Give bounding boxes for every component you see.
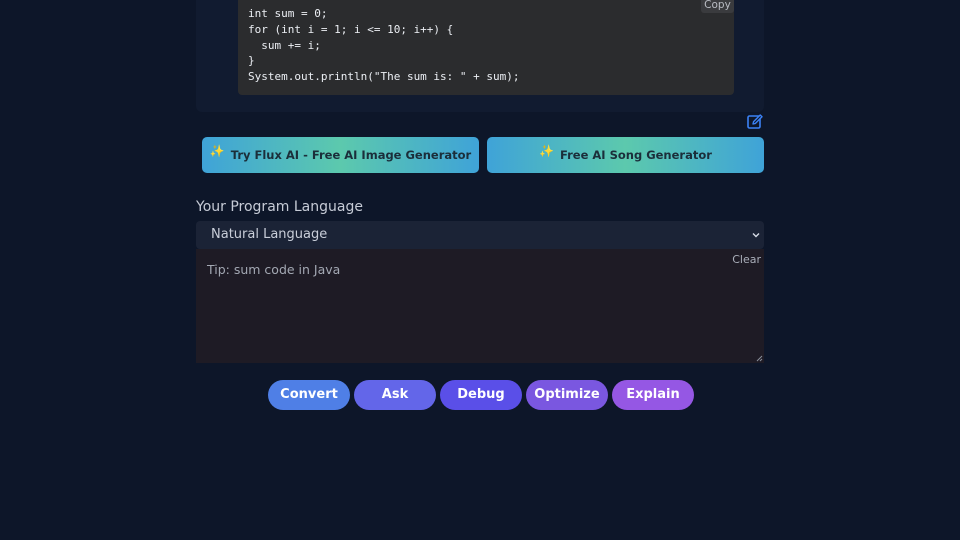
- code-input[interactable]: [196, 249, 764, 363]
- page: int sum = 0; for (int i = 1; i <= 10; i+…: [0, 0, 960, 540]
- flux-ai-promo-button[interactable]: ✨ Try Flux AI - Free AI Image Generator: [202, 137, 479, 173]
- explain-button[interactable]: Explain: [612, 380, 694, 410]
- code-input-area: Clear: [196, 249, 764, 363]
- debug-button[interactable]: Debug: [440, 380, 522, 410]
- edit-icon[interactable]: [746, 113, 764, 131]
- code-block: int sum = 0; for (int i = 1; i <= 10; i+…: [238, 0, 734, 95]
- resize-handle[interactable]: [756, 355, 763, 362]
- language-selected-value: Natural Language: [211, 227, 328, 242]
- song-generator-promo-button[interactable]: ✨ Free AI Song Generator: [487, 137, 764, 173]
- sparkles-icon: ✨: [209, 144, 225, 158]
- promo-label: Free AI Song Generator: [560, 148, 712, 162]
- optimize-button[interactable]: Optimize: [526, 380, 608, 410]
- convert-button[interactable]: Convert: [268, 380, 350, 410]
- language-label: Your Program Language: [196, 199, 363, 215]
- code-text: int sum = 0; for (int i = 1; i <= 10; i+…: [248, 7, 520, 84]
- ask-button[interactable]: Ask: [354, 380, 436, 410]
- clear-button[interactable]: Clear: [732, 253, 761, 266]
- action-buttons: Convert Ask Debug Optimize Explain: [268, 380, 694, 410]
- copy-button[interactable]: Copy: [701, 0, 734, 13]
- chevron-down-icon: [752, 233, 760, 238]
- promo-label: Try Flux AI - Free AI Image Generator: [230, 148, 472, 162]
- code-output-card: int sum = 0; for (int i = 1; i <= 10; i+…: [196, 0, 764, 112]
- language-select[interactable]: Natural Language: [196, 221, 764, 249]
- sparkles-icon: ✨: [539, 144, 555, 158]
